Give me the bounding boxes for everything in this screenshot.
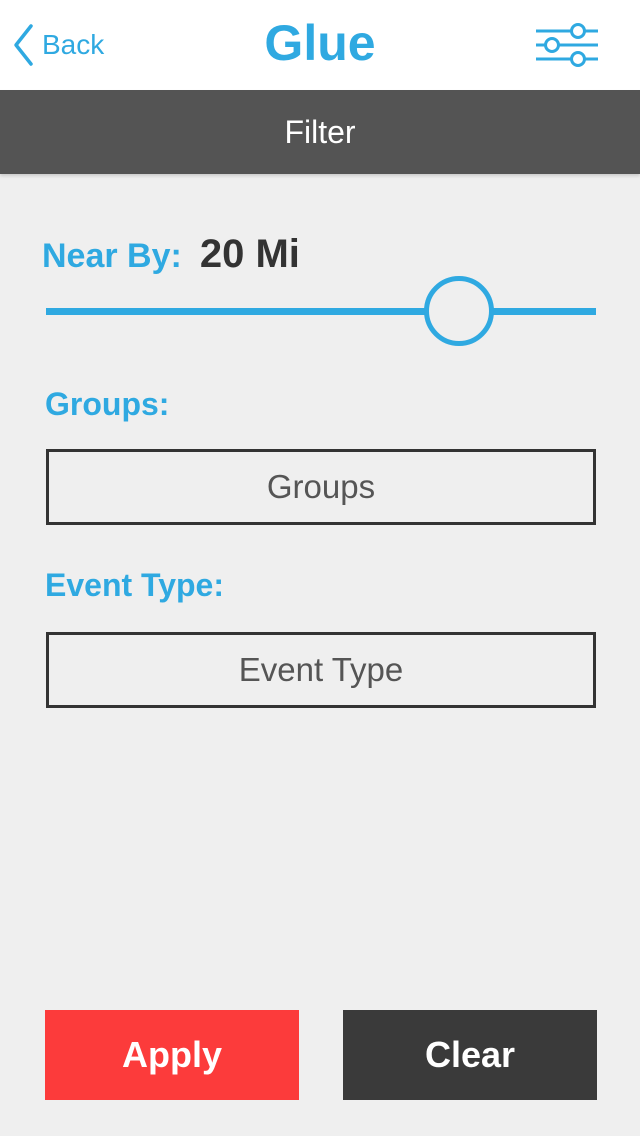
sliders-icon bbox=[536, 23, 598, 67]
groups-placeholder: Groups bbox=[266, 468, 376, 505]
apply-label: Apply bbox=[121, 1034, 222, 1075]
slider-thumb[interactable] bbox=[424, 276, 494, 346]
navigation-bar: Back Glue bbox=[0, 0, 640, 90]
event-type-field[interactable]: Event Type bbox=[46, 632, 596, 708]
apply-button[interactable]: Apply bbox=[45, 1010, 299, 1100]
clear-label: Clear bbox=[424, 1034, 516, 1075]
filter-header: Filter bbox=[0, 90, 640, 174]
back-label: Back bbox=[42, 29, 105, 60]
filter-settings-button[interactable] bbox=[532, 22, 602, 68]
near-by-label: Near By: bbox=[42, 237, 182, 275]
back-button[interactable]: Back bbox=[12, 20, 104, 70]
chevron-left-icon bbox=[14, 24, 33, 66]
near-by-value: 20 Mi bbox=[199, 232, 300, 276]
groups-label: Groups: bbox=[45, 386, 170, 422]
filter-header-title: Filter bbox=[284, 113, 356, 150]
event-type-label: Event Type: bbox=[45, 567, 224, 603]
distance-slider[interactable] bbox=[46, 276, 596, 348]
groups-field[interactable]: Groups bbox=[46, 449, 596, 525]
near-by-row: Near By: 20 Mi bbox=[42, 232, 300, 280]
event-type-placeholder: Event Type bbox=[238, 651, 404, 688]
slider-track[interactable] bbox=[46, 308, 596, 315]
clear-button[interactable]: Clear bbox=[343, 1010, 597, 1100]
